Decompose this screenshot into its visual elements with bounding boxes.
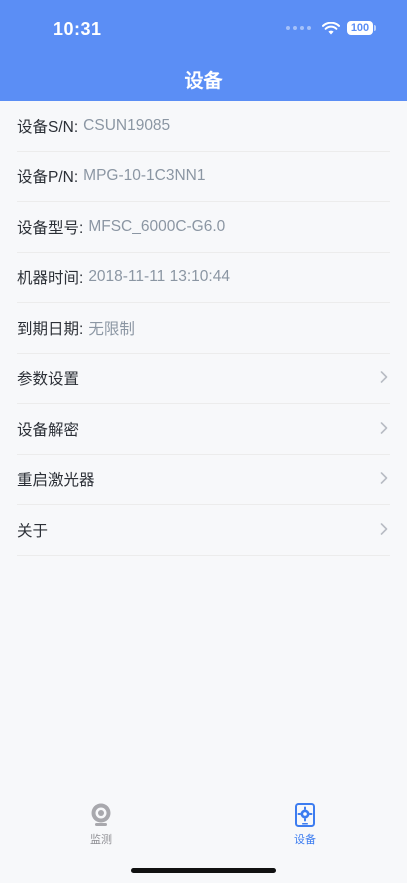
- menu-label: 关于: [17, 522, 49, 540]
- menu-label: 重启激光器: [17, 472, 95, 490]
- info-row-machine-time: 机器时间: 2018-11-11 13:10:44: [17, 253, 390, 303]
- info-label: 到期日期:: [17, 320, 84, 338]
- tab-monitor[interactable]: 监测: [61, 803, 141, 847]
- chevron-right-icon: [380, 472, 388, 485]
- menu-row-parameter-settings[interactable]: 参数设置: [17, 354, 390, 404]
- tab-label: 设备: [294, 834, 316, 846]
- info-value: MFSC_6000C-G6.0: [88, 217, 226, 235]
- info-value: MPG-10-1C3NN1: [83, 167, 206, 185]
- device-settings-icon: [295, 803, 315, 827]
- menu-row-about[interactable]: 关于: [17, 505, 390, 556]
- menu-row-restart-laser[interactable]: 重启激光器: [17, 455, 390, 505]
- info-label: 设备P/N:: [17, 169, 79, 187]
- info-value: CSUN19085: [83, 116, 171, 134]
- menu-label: 参数设置: [17, 371, 80, 389]
- battery-level: 100: [350, 22, 370, 34]
- info-row-expiry: 到期日期: 无限制: [17, 303, 390, 354]
- menu-row-device-decrypt[interactable]: 设备解密: [17, 404, 390, 455]
- menu-label: 设备解密: [17, 421, 80, 439]
- info-label: 设备型号:: [17, 219, 84, 237]
- status-icons: 100: [286, 21, 376, 35]
- tab-device[interactable]: 设备: [265, 803, 345, 847]
- device-screen: 10:31 100 设备 设备S/N: CSUN19085 设备P/N: MPG…: [0, 0, 407, 883]
- status-time: 10:31: [53, 19, 102, 39]
- info-row-model: 设备型号: MFSC_6000C-G6.0: [17, 202, 390, 253]
- info-value: 无限制: [88, 320, 135, 338]
- home-indicator[interactable]: [131, 868, 276, 873]
- chevron-right-icon: [380, 421, 388, 434]
- info-label: 设备S/N:: [17, 118, 79, 136]
- info-row-sn: 设备S/N: CSUN19085: [17, 101, 390, 152]
- signal-icon: [286, 26, 311, 30]
- device-info-list: 设备S/N: CSUN19085 设备P/N: MPG-10-1C3NN1 设备…: [17, 101, 390, 556]
- info-row-pn: 设备P/N: MPG-10-1C3NN1: [17, 152, 390, 202]
- info-label: 机器时间:: [17, 270, 84, 288]
- chevron-right-icon: [380, 371, 388, 384]
- header-bar: 10:31 100 设备: [0, 0, 407, 101]
- wifi-icon: [322, 21, 340, 34]
- info-value: 2018-11-11 13:10:44: [88, 268, 230, 286]
- tab-label: 监测: [90, 834, 112, 846]
- chevron-right-icon: [380, 522, 388, 535]
- battery-icon: 100: [347, 21, 376, 35]
- camera-icon: [91, 803, 111, 826]
- page-title: 设备: [184, 71, 223, 92]
